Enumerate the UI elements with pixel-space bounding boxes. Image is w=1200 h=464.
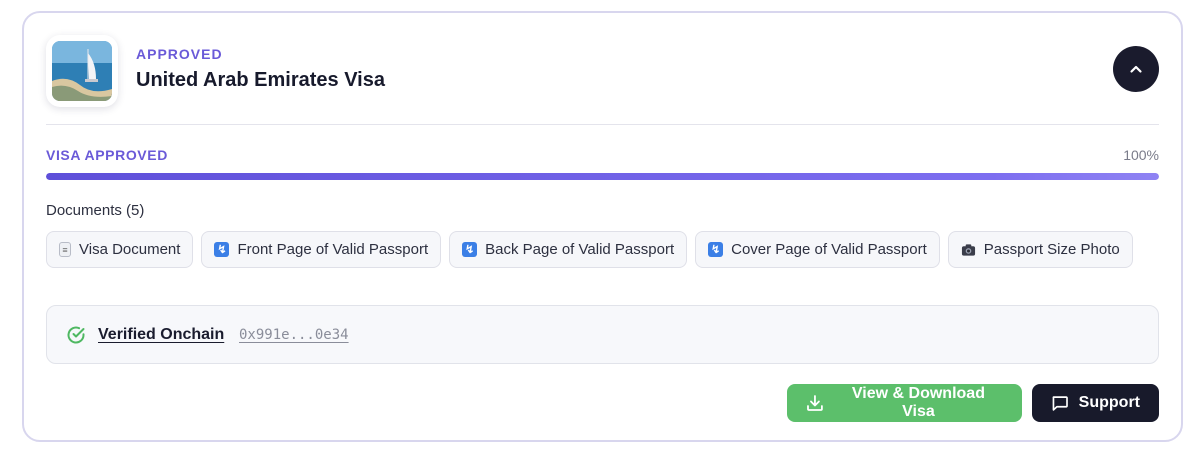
document-label: Back Page of Valid Passport	[485, 241, 675, 258]
document-chip-visa[interactable]: ≡ Visa Document	[46, 231, 194, 268]
progress-bar	[46, 173, 1159, 180]
message-icon	[1052, 396, 1068, 411]
progress-percent: 100%	[1123, 147, 1159, 163]
document-chip-back-passport[interactable]: ↯ Back Page of Valid Passport	[449, 231, 688, 268]
file-icon: ≡	[59, 242, 71, 257]
visa-card: APPROVED United Arab Emirates Visa VISA …	[22, 11, 1183, 442]
chevron-up-icon	[1130, 65, 1142, 73]
onchain-verification: Verified Onchain 0x991e...0e34	[46, 305, 1159, 364]
download-button-label: View & Download Visa	[851, 385, 985, 420]
support-button[interactable]: Support	[1032, 384, 1159, 422]
document-label: Passport Size Photo	[983, 241, 1120, 258]
visa-header: APPROVED United Arab Emirates Visa	[46, 35, 1159, 115]
passport-icon: ↯	[214, 242, 230, 257]
document-chip-cover-passport[interactable]: ↯ Cover Page of Valid Passport	[695, 231, 940, 268]
view-download-visa-button[interactable]: View & Download Visa	[787, 384, 1022, 422]
visa-thumbnail	[46, 35, 118, 107]
documents-title: Documents (5)	[46, 202, 145, 219]
transaction-hash-link[interactable]: 0x991e...0e34	[239, 327, 349, 343]
progress-label: VISA APPROVED	[46, 147, 168, 163]
passport-icon: ↯	[708, 242, 724, 257]
document-chip-front-passport[interactable]: ↯ Front Page of Valid Passport	[201, 231, 442, 268]
document-label: Front Page of Valid Passport	[237, 241, 429, 258]
visa-status-label: APPROVED	[136, 46, 223, 62]
header-divider	[46, 124, 1159, 125]
action-buttons: View & Download Visa Support	[787, 384, 1159, 422]
document-label: Cover Page of Valid Passport	[731, 241, 927, 258]
support-button-label: Support	[1078, 394, 1140, 411]
document-chip-photo[interactable]: Passport Size Photo	[947, 231, 1133, 268]
dubai-image	[52, 41, 112, 101]
check-circle-icon	[67, 326, 85, 344]
verified-onchain-link[interactable]: Verified Onchain	[98, 326, 224, 344]
progress-fill	[46, 173, 1159, 180]
visa-title: United Arab Emirates Visa	[136, 69, 385, 91]
passport-icon: ↯	[462, 242, 478, 257]
camera-icon	[961, 242, 976, 257]
documents-list: ≡ Visa Document ↯ Front Page of Valid Pa…	[46, 231, 1133, 268]
collapse-button[interactable]	[1113, 46, 1159, 92]
download-icon	[807, 395, 823, 411]
document-label: Visa Document	[79, 241, 181, 258]
